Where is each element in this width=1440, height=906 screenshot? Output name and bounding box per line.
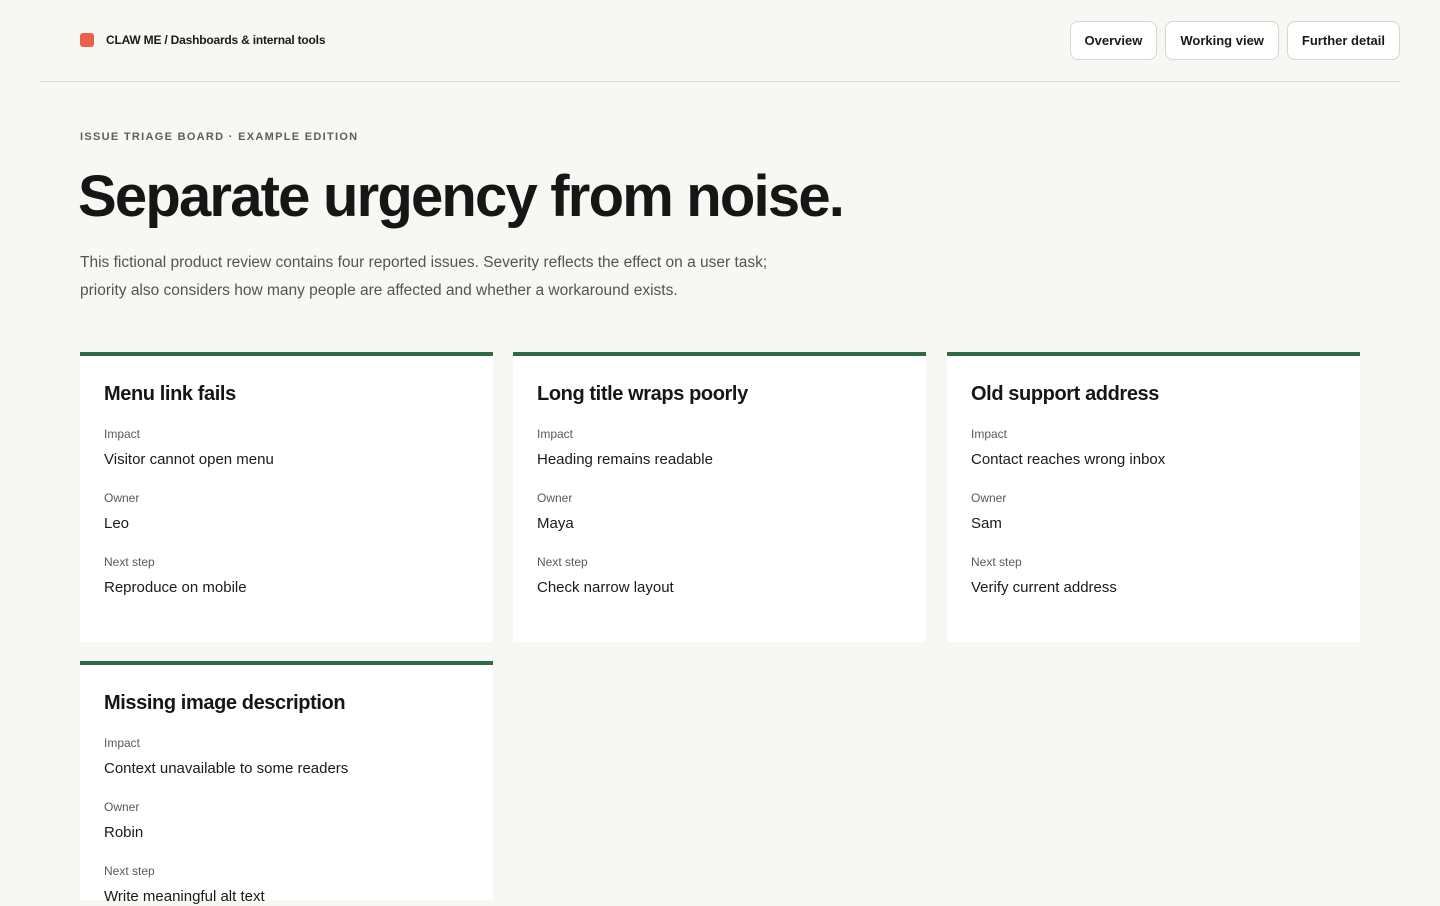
impact-value: Contact reaches wrong inbox [971, 451, 1166, 468]
owner-label: Owner [537, 491, 573, 505]
issue-title: Menu link fails [104, 383, 236, 405]
impact-value: Visitor cannot open menu [104, 451, 274, 468]
impact-label: Impact [104, 736, 141, 750]
issue-card: Missing image description Impact Context… [80, 661, 493, 905]
brand-breadcrumb: CLAW ME / Dashboards & internal tools [106, 33, 326, 47]
page-eyebrow: ISSUE TRIAGE BOARD · EXAMPLE EDITION [80, 131, 359, 143]
owner-value: Leo [104, 515, 130, 532]
next-step-label: Next step [971, 555, 1022, 569]
next-step-value: Reproduce on mobile [104, 579, 247, 596]
impact-value: Heading remains readable [537, 451, 713, 468]
impact-label: Impact [537, 427, 574, 441]
issue-card: Old support address Impact Contact reach… [947, 352, 1360, 642]
next-step-label: Next step [104, 555, 155, 569]
issue-title: Old support address [971, 383, 1159, 405]
impact-label: Impact [971, 427, 1008, 441]
owner-label: Owner [104, 800, 140, 814]
nav-overview-button[interactable]: Overview [1069, 21, 1158, 60]
owner-value: Robin [104, 824, 144, 841]
top-nav: Overview Working view Further detail [1069, 21, 1400, 60]
next-step-value: Check narrow layout [537, 579, 674, 596]
owner-value: Sam [971, 515, 1002, 532]
issue-card: Menu link fails Impact Visitor cannot op… [80, 352, 493, 642]
issue-title: Missing image description [104, 692, 346, 714]
brand-logo-icon [80, 33, 94, 47]
next-step-label: Next step [104, 864, 155, 878]
nav-working-view-button[interactable]: Working view [1165, 21, 1279, 60]
next-step-value: Verify current address [971, 579, 1117, 596]
impact-value: Context unavailable to some readers [104, 760, 349, 777]
next-step-value: Write meaningful alt text [104, 888, 265, 905]
impact-label: Impact [104, 427, 141, 441]
page-title: Separate urgency from noise. [78, 164, 845, 229]
page-intro: This fictional product review contains f… [80, 254, 768, 299]
top-bar: CLAW ME / Dashboards & internal tools Ov… [40, 0, 1400, 82]
issue-card: Long title wraps poorly Impact Heading r… [513, 352, 926, 642]
brand[interactable]: CLAW ME / Dashboards & internal tools [80, 33, 325, 47]
owner-label: Owner [971, 491, 1007, 505]
owner-label: Owner [104, 491, 140, 505]
nav-further-detail-button[interactable]: Further detail [1286, 21, 1400, 60]
issue-title: Long title wraps poorly [537, 383, 748, 405]
owner-value: Maya [537, 515, 574, 532]
next-step-label: Next step [537, 555, 588, 569]
